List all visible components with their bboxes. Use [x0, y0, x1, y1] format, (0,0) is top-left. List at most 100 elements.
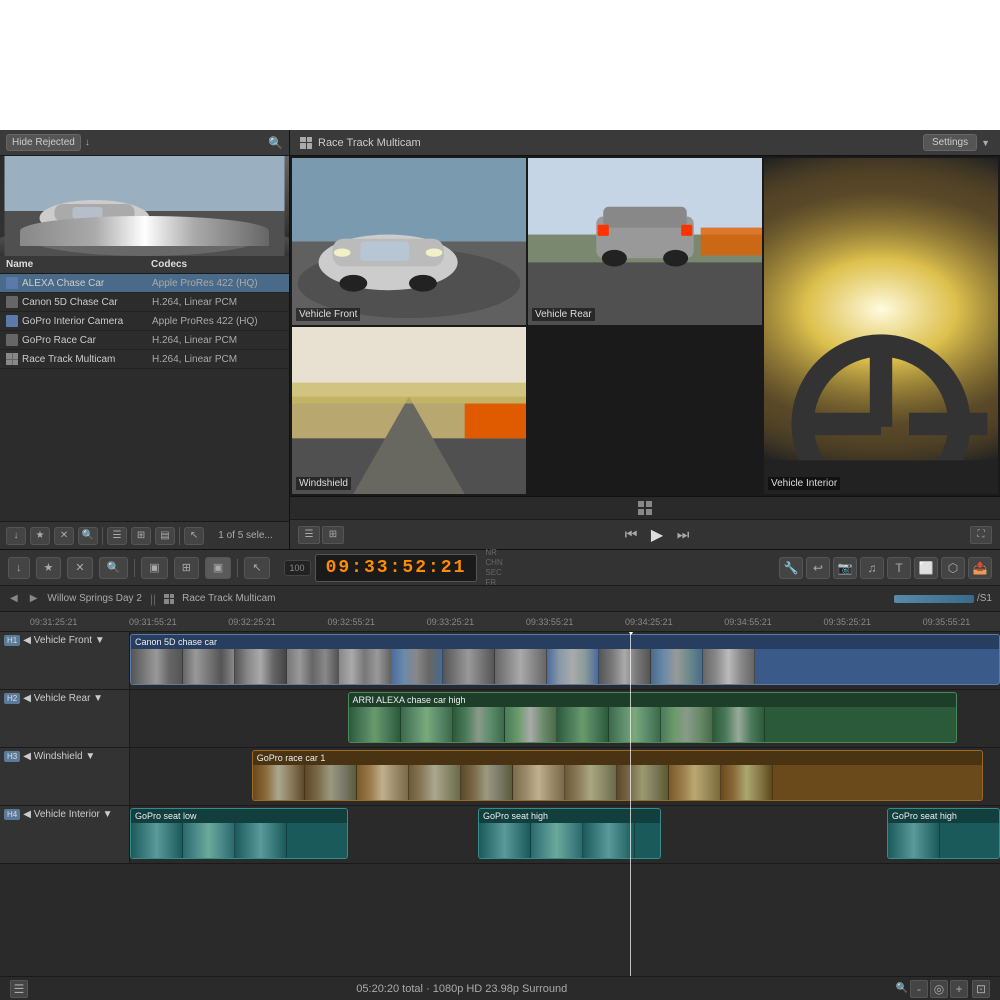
- clip-canon-5d[interactable]: Canon 5D chase car: [130, 634, 1000, 685]
- viewer-controls: ☰ ⊞ ⏮ ▶ ⏭ ⛶: [290, 519, 1000, 549]
- media-item[interactable]: Race Track Multicam H.264, Linear PCM: [0, 350, 289, 369]
- browser-footer: ↓ ★ ✕ 🔍 ☰ ⊞ ▤ ↖ 1 of 5 sele...: [0, 521, 289, 549]
- grid-cell: [638, 501, 644, 507]
- track-content-vehicle-interior[interactable]: GoPro seat low GoPro seat high: [130, 806, 1000, 863]
- track-content-vehicle-front[interactable]: Canon 5D chase car: [130, 632, 1000, 689]
- tracks-container[interactable]: H1 ◀ Vehicle Front ▼ Canon 5D chase car: [0, 632, 1000, 976]
- zoom-out-button[interactable]: -: [910, 980, 928, 998]
- bank-name-1: Willow Springs Day 2: [47, 593, 141, 604]
- back-nav-button[interactable]: ◀: [8, 591, 20, 606]
- zoom-reset-button[interactable]: ◎: [930, 980, 948, 998]
- viewer-title: Race Track Multicam: [300, 137, 421, 149]
- track-header-windshield: H3 ◀ Windshield ▼: [0, 748, 130, 805]
- fullscreen-button[interactable]: ⛶: [970, 526, 992, 544]
- media-item[interactable]: ALEXA Chase Car Apple ProRes 422 (HQ): [0, 274, 289, 293]
- name-column-header: Name: [6, 259, 151, 270]
- select-tool-button[interactable]: ↖: [184, 527, 204, 545]
- hide-rejected-button[interactable]: Hide Rejected: [6, 134, 81, 151]
- track-name: H4 ◀ Vehicle Interior ▼: [4, 809, 125, 820]
- go-to-end-button[interactable]: ⏭: [672, 524, 694, 546]
- search-icon[interactable]: 🔍: [268, 136, 283, 150]
- timecode-labels: NR CHN SEC FR: [485, 548, 502, 587]
- media-item[interactable]: GoPro Interior Camera Apple ProRes 422 (…: [0, 312, 289, 331]
- media-item-name: GoPro Interior Camera: [22, 316, 152, 327]
- zoom-in-button[interactable]: +: [950, 980, 968, 998]
- favorite-button[interactable]: ★: [36, 557, 62, 579]
- media-item[interactable]: Canon 5D Chase Car H.264, Linear PCM: [0, 293, 289, 312]
- camera-cell-windshield[interactable]: Windshield: [292, 327, 526, 494]
- ruler-mark: 09:32:25:21: [202, 617, 301, 627]
- trim-mode-button[interactable]: ⊞: [174, 557, 199, 579]
- clip-thumbnail: [349, 707, 401, 742]
- audio-button[interactable]: ♫: [860, 557, 884, 579]
- clip-gopro-seat-high-1[interactable]: GoPro seat high: [478, 808, 661, 859]
- zoom-controls: 🔍 - ◎ +: [896, 980, 968, 998]
- clip-gopro-seat-high-2[interactable]: GoPro seat high: [887, 808, 1000, 859]
- star-button[interactable]: ★: [30, 527, 50, 545]
- search-filter-button[interactable]: 🔍: [78, 527, 98, 545]
- reject-button[interactable]: ✕: [54, 527, 74, 545]
- clip-arri-alexa[interactable]: ARRI ALEXA chase car high: [348, 692, 957, 743]
- settings-button[interactable]: Settings: [923, 134, 977, 151]
- camera-button[interactable]: 📷: [833, 557, 857, 579]
- grid-view-button[interactable]: ⊞: [131, 527, 151, 545]
- ruler-marks: 09:31:25:21 09:31:55:21 09:32:25:21 09:3…: [4, 617, 996, 627]
- media-list[interactable]: ALEXA Chase Car Apple ProRes 422 (HQ) Ca…: [0, 274, 289, 521]
- camera-label: Vehicle Interior: [768, 477, 840, 490]
- forward-nav-button[interactable]: ▶: [28, 591, 40, 606]
- clip-thumbnail: [357, 765, 409, 800]
- media-item-codec: Apple ProRes 422 (HQ): [152, 278, 283, 289]
- track-windshield: H3 ◀ Windshield ▼ GoPro race car 1: [0, 748, 1000, 806]
- cam-scene: [764, 158, 998, 494]
- multicam-mode-button[interactable]: ▣: [205, 557, 231, 579]
- filmstrip-button[interactable]: ▤: [155, 527, 175, 545]
- bank-name-2: Race Track Multicam: [182, 593, 275, 604]
- clip-gopro-race[interactable]: GoPro race car 1: [252, 750, 983, 801]
- media-icon: [6, 296, 18, 308]
- add-media-button[interactable]: ↓: [6, 527, 26, 545]
- clip-bank-toolbar: ◀ ▶ Willow Springs Day 2 || Race Track M…: [0, 586, 1000, 612]
- add-to-timeline-button[interactable]: ↓: [8, 557, 30, 579]
- timecode-display: 09:33:52:21: [315, 554, 478, 582]
- text-button[interactable]: T: [887, 557, 911, 579]
- list-view-btn[interactable]: ☰: [298, 526, 320, 544]
- clip-thumbnail: [531, 823, 583, 858]
- clip-thumbnail: [461, 765, 513, 800]
- ruler-mark: 09:34:55:21: [698, 617, 797, 627]
- status-menu-button[interactable]: ☰: [10, 980, 28, 998]
- go-to-start-button[interactable]: ⏮: [620, 524, 642, 546]
- toolbar-tools: 🔧 ↩ 📷 ♫ T ⬜ ⬡ 📤: [779, 557, 992, 579]
- multicam-grid: Vehicle Front: [290, 156, 1000, 496]
- clip-label: GoPro race car 1: [253, 751, 982, 765]
- play-button[interactable]: ▶: [646, 524, 668, 546]
- select-tool[interactable]: ↖: [244, 557, 269, 579]
- undo-button[interactable]: ↩: [806, 557, 830, 579]
- zoom-fit-button[interactable]: ⊡: [972, 980, 990, 998]
- track-content-vehicle-rear[interactable]: ARRI ALEXA chase car high: [130, 690, 1000, 747]
- search-button[interactable]: 🔍: [99, 557, 129, 579]
- shape-button[interactable]: ⬜: [914, 557, 938, 579]
- grid-view-btn[interactable]: ⊞: [322, 526, 344, 544]
- clip-thumbnail: [651, 649, 703, 684]
- camera-cell-vehicle-front-top[interactable]: Vehicle Front: [292, 158, 526, 325]
- clip-thumbnails: [253, 765, 982, 800]
- reject-button[interactable]: ✕: [67, 557, 92, 579]
- camera-cell-vehicle-rear[interactable]: Vehicle Rear: [528, 158, 762, 325]
- media-item[interactable]: GoPro Race Car H.264, Linear PCM: [0, 331, 289, 350]
- camera-cell-vehicle-interior[interactable]: Vehicle Interior: [764, 158, 998, 494]
- fx-button[interactable]: ⬡: [941, 557, 965, 579]
- browser-toolbar-left: Hide Rejected ↓: [6, 134, 90, 151]
- wrench-tool[interactable]: 🔧: [779, 557, 803, 579]
- track-content-windshield[interactable]: GoPro race car 1: [130, 748, 1000, 805]
- select-mode-button[interactable]: ▣: [141, 557, 167, 579]
- media-item-name: Race Track Multicam: [22, 354, 152, 365]
- media-item-codec: H.264, Linear PCM: [152, 354, 283, 365]
- grid-view-icon: [638, 501, 652, 515]
- track-header-vehicle-interior: H4 ◀ Vehicle Interior ▼: [0, 806, 130, 863]
- track-label: ◀ Windshield ▼: [23, 751, 95, 762]
- camera-label: Vehicle Front: [296, 308, 360, 321]
- export-button[interactable]: 📤: [968, 557, 992, 579]
- list-view-button[interactable]: ☰: [107, 527, 127, 545]
- clip-label: Canon 5D chase car: [131, 635, 999, 649]
- clip-gopro-seat-low[interactable]: GoPro seat low: [130, 808, 348, 859]
